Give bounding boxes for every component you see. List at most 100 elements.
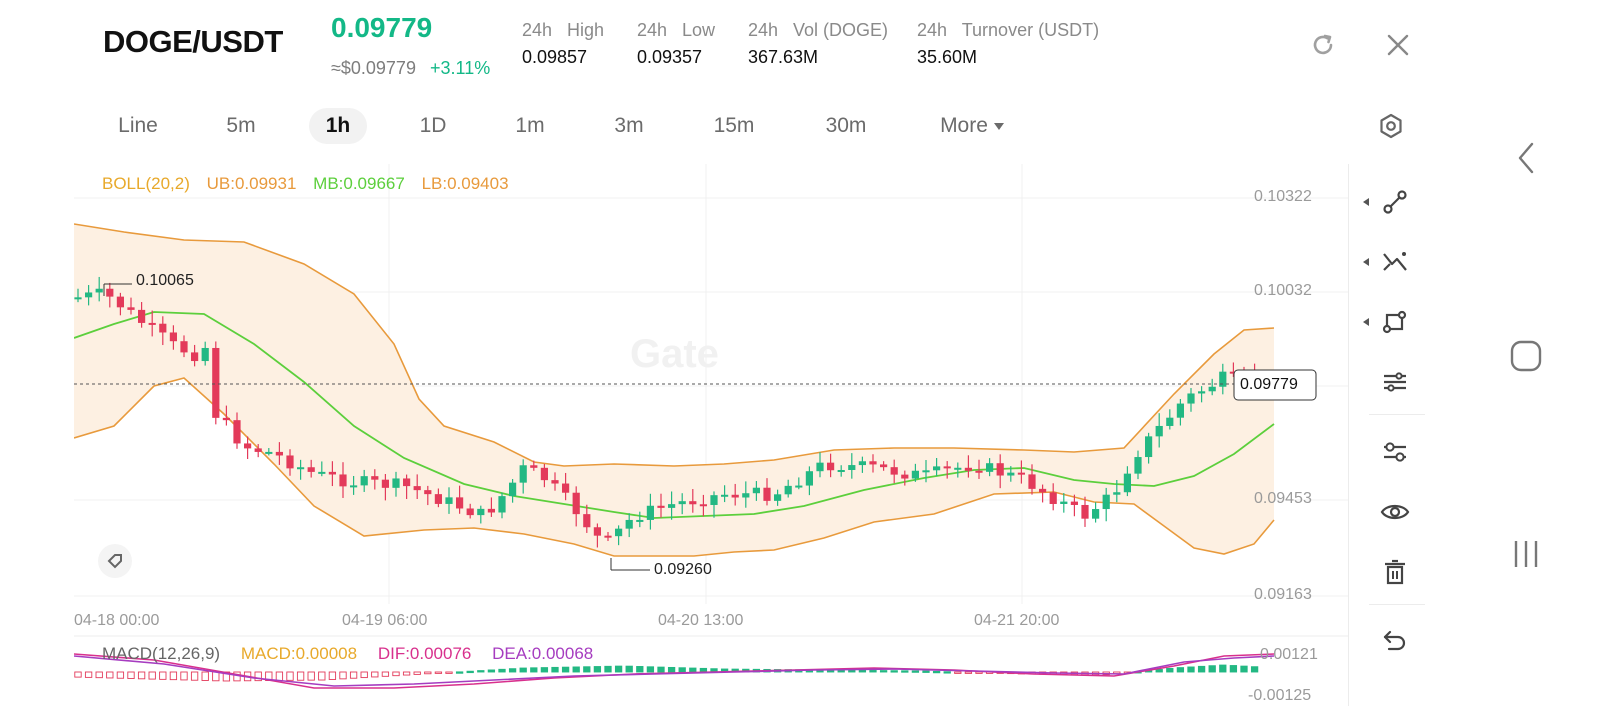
tab-30m[interactable]: 30m: [814, 108, 878, 144]
macd-bar: [190, 671, 199, 681]
back-nav-icon[interactable]: [1506, 138, 1546, 178]
macd-bar: [371, 671, 379, 678]
macd-bar: [180, 671, 188, 681]
shape-tool-icon[interactable]: [1371, 300, 1419, 344]
macd-bar: [169, 671, 178, 681]
toolbar-divider: [1369, 414, 1425, 415]
candle-body: [721, 494, 729, 497]
candle-body: [752, 487, 760, 494]
candle-body: [1039, 488, 1047, 493]
macd-bar: [159, 671, 167, 680]
candle-body: [827, 462, 835, 471]
stat-high-label: 24h High: [522, 20, 605, 40]
macd-bar: [402, 671, 411, 676]
candle-body: [1070, 501, 1078, 505]
candle-body: [424, 490, 432, 495]
candle-body: [1092, 509, 1100, 519]
tab-3m[interactable]: 3m: [600, 108, 658, 144]
candle-body: [816, 462, 824, 472]
change-percent: +3.11%: [430, 58, 491, 78]
x-tick-1: 04-18 00:00: [74, 612, 160, 629]
candle-body: [742, 493, 750, 498]
low-marker-label: 0.09260: [654, 561, 712, 578]
macd-bar: [583, 666, 591, 673]
candle-body: [403, 478, 411, 487]
candle-body: [530, 465, 538, 468]
expand-caret-icon-3[interactable]: [1363, 318, 1369, 326]
candle-body: [551, 480, 559, 484]
candle-body: [286, 455, 294, 469]
candle-body: [318, 471, 326, 474]
candle-body: [1007, 472, 1015, 476]
delete-icon[interactable]: [1371, 550, 1419, 594]
gate-watermark: Gate: [630, 332, 719, 377]
undo-icon[interactable]: [1371, 618, 1419, 662]
macd-bar: [445, 671, 453, 674]
candle-body: [774, 494, 782, 501]
settings-sliders-icon[interactable]: [1371, 360, 1419, 404]
macd-bar: [74, 671, 82, 678]
recents-nav-icon[interactable]: [1506, 534, 1546, 574]
tab-line[interactable]: Line: [106, 108, 170, 144]
macd-bar: [593, 666, 602, 673]
macd-bar: [360, 671, 368, 679]
macd-bar: [201, 671, 209, 681]
candlestick-chart[interactable]: BOLL(20,2) UB:0.09931 MB:0.09667 LB:0.09…: [74, 164, 1348, 706]
macd-name: MACD(12,26,9): [102, 644, 221, 663]
candle-body: [572, 492, 580, 515]
candle-body: [869, 461, 877, 465]
chart-toggle-button[interactable]: [98, 544, 132, 578]
macd-bar: [339, 671, 347, 680]
indicator-settings-icon[interactable]: [1371, 430, 1419, 474]
macd-bar: [84, 671, 93, 678]
macd-bar: [646, 666, 655, 673]
tab-15m[interactable]: 15m: [703, 108, 765, 144]
caret-down-icon: [993, 122, 1004, 130]
expand-caret-icon-2[interactable]: [1363, 258, 1369, 266]
close-icon[interactable]: [1381, 28, 1415, 62]
candle-body: [191, 352, 199, 362]
candle-body: [593, 527, 601, 536]
macd-bar: [1250, 666, 1259, 673]
home-nav-icon[interactable]: [1506, 336, 1546, 376]
candle-body: [127, 307, 135, 310]
line-tool-icon[interactable]: [1371, 180, 1419, 224]
tab-1d[interactable]: 1D: [404, 108, 462, 144]
candle-body: [890, 467, 898, 475]
candle-body: [307, 467, 315, 472]
tab-1h[interactable]: 1h: [309, 108, 367, 144]
stat-turnover-label: 24h Turnover (USDT): [917, 20, 1100, 40]
candle-body: [784, 485, 792, 495]
more-dropdown[interactable]: More: [930, 108, 1014, 144]
tab-5m[interactable]: 5m: [212, 108, 270, 144]
trend-tool-icon[interactable]: [1371, 240, 1419, 284]
candle-body: [244, 443, 252, 449]
macd-bar: [530, 667, 538, 673]
tab-1m[interactable]: 1m: [501, 108, 559, 144]
stat-low-value: 0.09357: [637, 47, 703, 67]
macd-bar: [275, 671, 284, 681]
macd-dif: DIF:0.00076: [377, 644, 472, 663]
candle-body: [456, 497, 464, 509]
candle-body: [763, 487, 771, 501]
macd-bar: [466, 670, 474, 674]
macd-bar: [307, 671, 315, 681]
macd-bar: [508, 668, 517, 673]
refresh-icon[interactable]: [1306, 28, 1340, 62]
macd-bar: [858, 669, 867, 673]
chart-settings-icon[interactable]: [1374, 109, 1408, 143]
candle-body: [445, 497, 453, 504]
visibility-icon[interactable]: [1371, 490, 1419, 534]
macd-bar: [1208, 665, 1216, 673]
candle-body: [731, 494, 739, 498]
candle-body: [933, 466, 941, 471]
macd-bar: [95, 671, 103, 679]
expand-caret-icon[interactable]: [1363, 198, 1369, 206]
macd-dea: DEA:0.00068: [492, 644, 594, 663]
candle-body: [848, 465, 856, 470]
macd-bar: [487, 669, 496, 673]
candle-body: [297, 467, 305, 470]
stat-vol-label: 24h Vol (DOGE): [748, 20, 889, 40]
candle-body: [138, 309, 146, 323]
candle-body: [1081, 504, 1089, 519]
